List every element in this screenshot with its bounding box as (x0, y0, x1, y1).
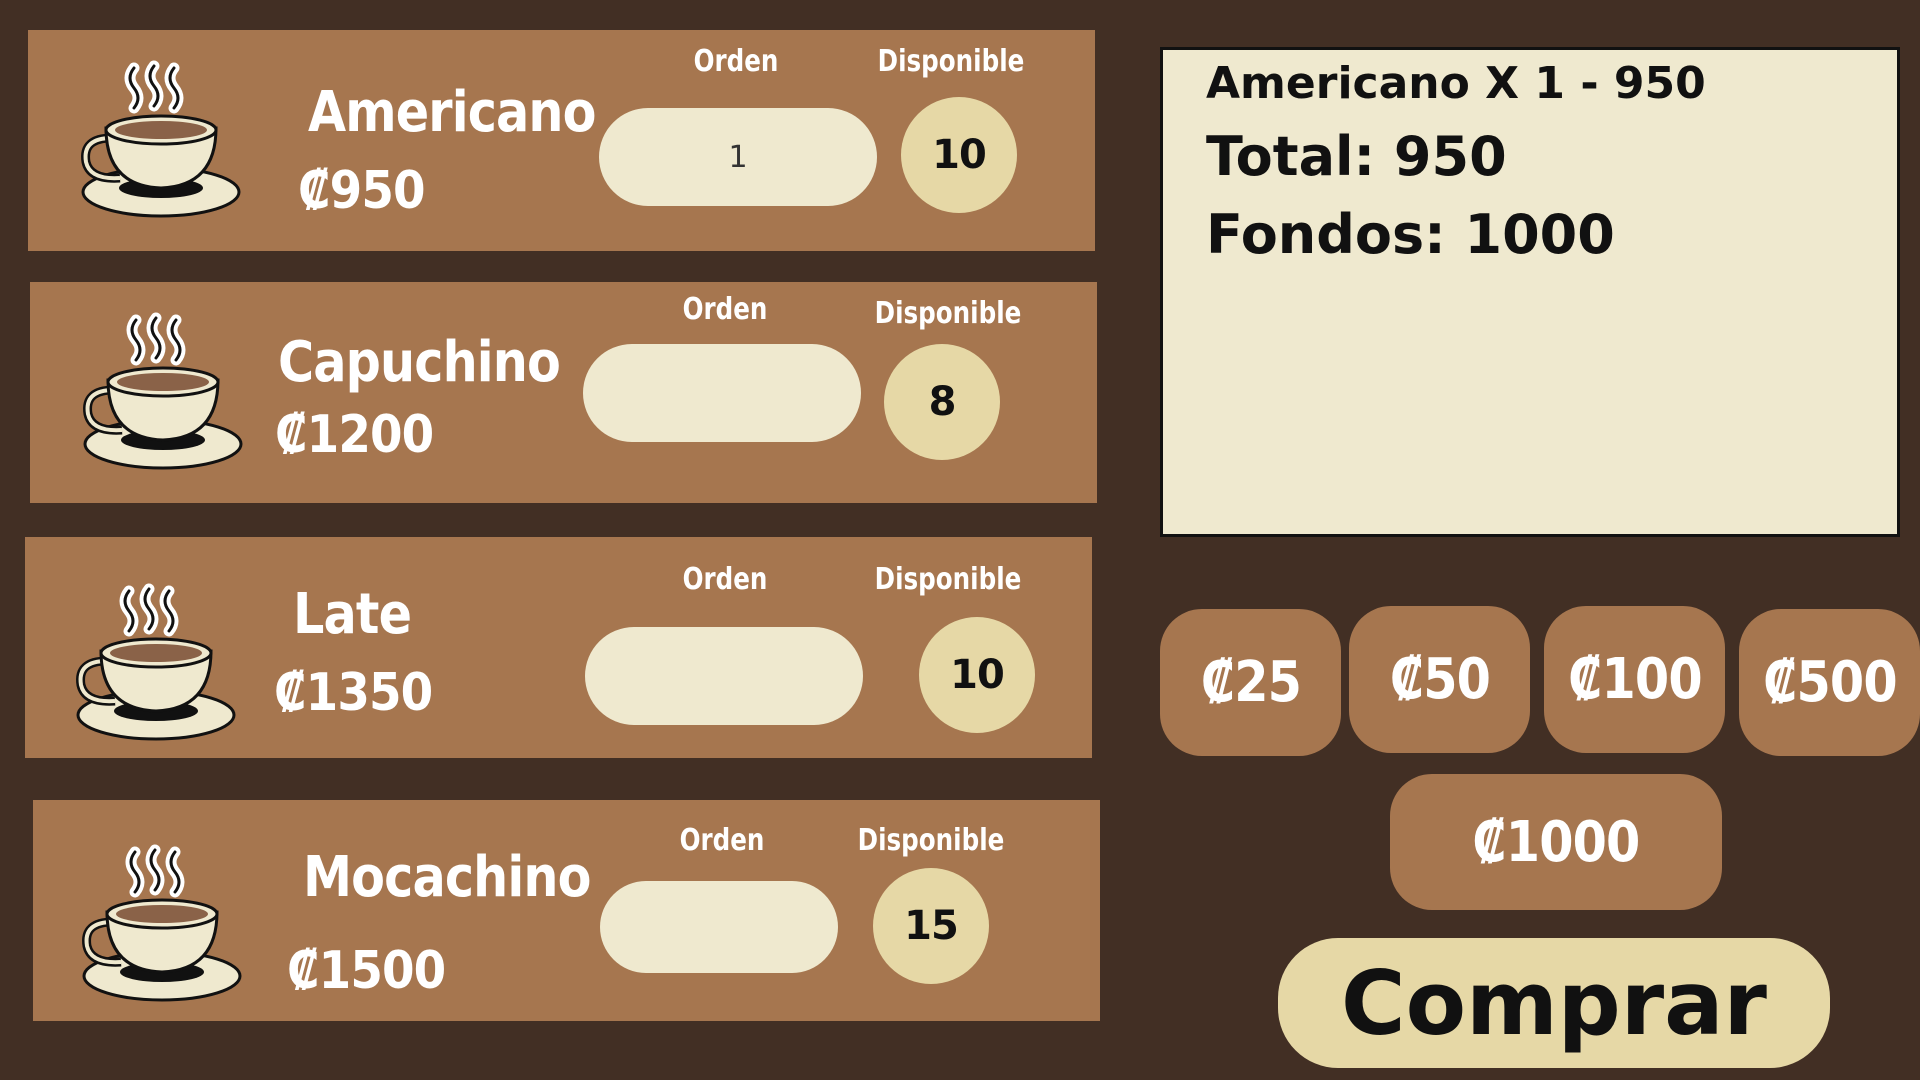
product-name: Late (293, 582, 412, 647)
product-price: ₡1500 (287, 941, 446, 1001)
order-input[interactable] (585, 627, 863, 725)
coffee-cup-icon (76, 583, 236, 741)
product-card-late: Late ₡1350 Orden Disponible 10 (25, 537, 1092, 758)
coin-label: ₡25 (1200, 650, 1301, 715)
stock-badge: 8 (884, 344, 1000, 460)
order-header: Orden (679, 823, 765, 858)
order-header: Orden (693, 44, 779, 79)
product-card-capuchino: Capuchino ₡1200 Orden Disponible 8 (30, 282, 1097, 503)
product-price: ₡1200 (275, 405, 434, 465)
stock-badge: 15 (873, 868, 989, 984)
order-header: Orden (682, 292, 768, 327)
stock-header: Disponible (874, 296, 1022, 331)
product-card-mocachino: Mocachino ₡1500 Orden Disponible 15 (33, 800, 1100, 1021)
product-price: ₡950 (298, 161, 426, 221)
summary-total: Total: 950 (1206, 125, 1507, 188)
product-name: Americano (308, 80, 596, 145)
order-input[interactable] (599, 108, 877, 206)
summary-funds: Fondos: 1000 (1206, 203, 1615, 266)
coin-100-button[interactable]: ₡100 (1544, 606, 1725, 753)
coin-label: ₡50 (1389, 647, 1490, 712)
coin-500-button[interactable]: ₡500 (1739, 609, 1920, 756)
product-card-americano: Americano ₡950 Orden Disponible 10 (28, 30, 1095, 251)
stock-badge: 10 (901, 97, 1017, 213)
order-input[interactable] (600, 881, 838, 973)
buy-button[interactable]: Comprar (1278, 938, 1830, 1068)
coin-label: ₡1000 (1472, 809, 1640, 875)
coffee-cup-icon (81, 60, 241, 218)
product-name: Capuchino (278, 330, 561, 395)
coin-25-button[interactable]: ₡25 (1160, 609, 1341, 756)
stock-header: Disponible (874, 562, 1022, 597)
product-name: Mocachino (303, 845, 591, 910)
stock-header: Disponible (877, 44, 1025, 79)
order-header: Orden (682, 562, 768, 597)
order-summary-panel: Americano X 1 - 950 Total: 950 Fondos: 1… (1160, 47, 1900, 537)
coin-1000-button[interactable]: ₡1000 (1390, 774, 1722, 910)
summary-line-item: Americano X 1 - 950 (1206, 58, 1706, 109)
coin-label: ₡500 (1762, 650, 1898, 715)
coin-50-button[interactable]: ₡50 (1349, 606, 1530, 753)
stock-header: Disponible (857, 823, 1005, 858)
coffee-cup-icon (82, 844, 242, 1002)
stock-badge: 10 (919, 617, 1035, 733)
order-input[interactable] (583, 344, 861, 442)
coffee-cup-icon (83, 312, 243, 470)
product-price: ₡1350 (274, 663, 433, 723)
coin-label: ₡100 (1567, 647, 1703, 712)
